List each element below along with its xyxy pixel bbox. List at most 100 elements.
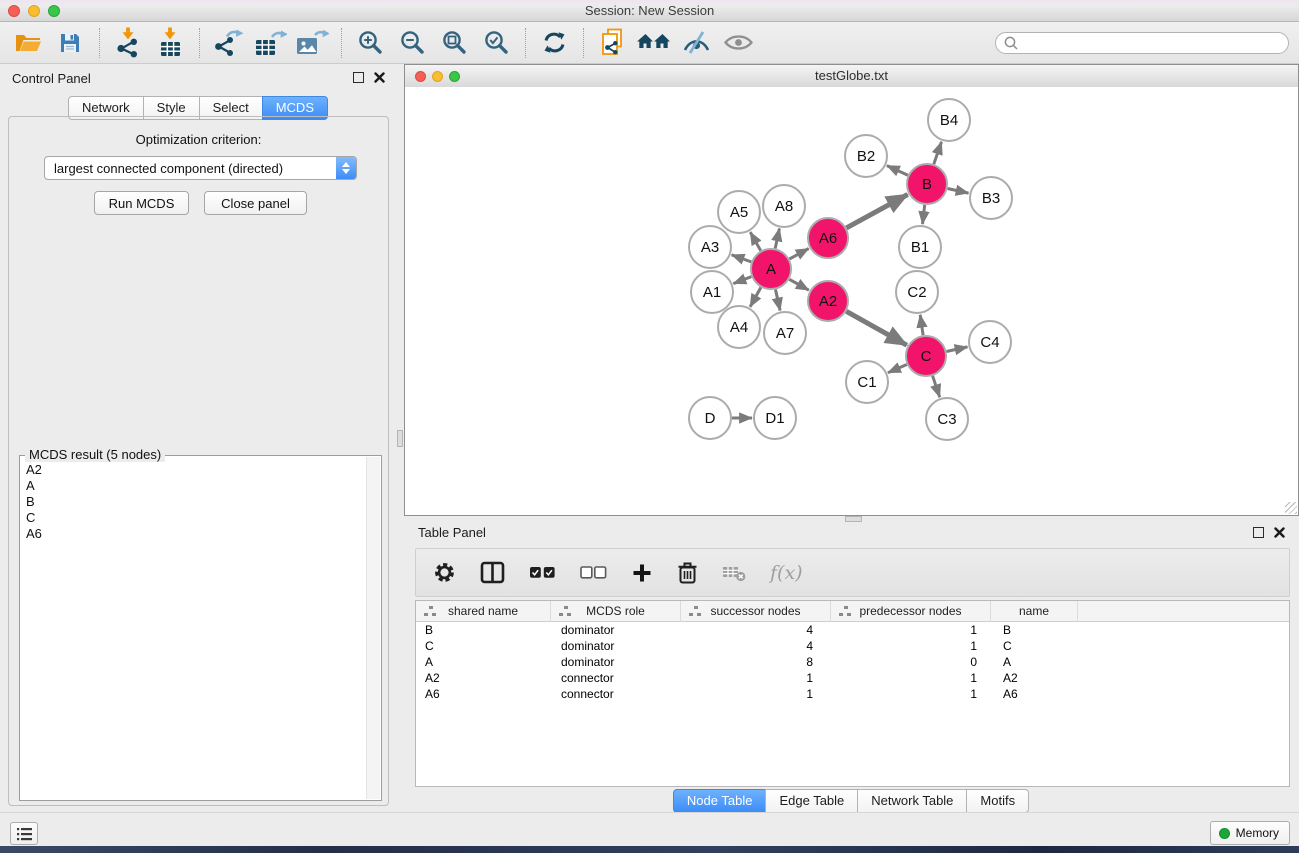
result-list-item[interactable]: C bbox=[21, 510, 367, 526]
table-row[interactable]: Adominator80A bbox=[416, 654, 1289, 670]
graph-edge-A-A1[interactable] bbox=[733, 277, 751, 284]
table-cell[interactable]: A6 bbox=[416, 686, 551, 702]
graph-edge-B-B3[interactable] bbox=[948, 189, 969, 194]
search-field[interactable] bbox=[995, 32, 1289, 54]
zoom-fit-icon[interactable] bbox=[436, 25, 472, 61]
hide-graphics-details-icon[interactable] bbox=[678, 25, 714, 61]
graph-edge-A-A7[interactable] bbox=[776, 290, 781, 311]
table-row[interactable]: Bdominator41B bbox=[416, 622, 1289, 638]
table-cell[interactable]: C bbox=[991, 638, 1078, 654]
table-cell[interactable]: dominator bbox=[551, 622, 681, 638]
tab-edge-table[interactable]: Edge Table bbox=[765, 789, 858, 813]
table-cell[interactable]: connector bbox=[551, 670, 681, 686]
column-header-successor-nodes[interactable]: successor nodes bbox=[681, 601, 831, 622]
tab-motifs[interactable]: Motifs bbox=[966, 789, 1029, 813]
result-list-item[interactable]: B bbox=[21, 494, 367, 510]
delete-table-icon[interactable] bbox=[722, 563, 746, 582]
table-cell[interactable]: A2 bbox=[991, 670, 1078, 686]
graph-edge-A6-B[interactable] bbox=[846, 195, 907, 228]
graph-edge-A-A5[interactable] bbox=[750, 232, 760, 251]
table-cell[interactable]: A bbox=[416, 654, 551, 670]
table-cell[interactable]: dominator bbox=[551, 638, 681, 654]
select-all-icon[interactable] bbox=[529, 566, 556, 579]
graph-edge-C-C2[interactable] bbox=[920, 315, 923, 335]
zoom-in-icon[interactable] bbox=[352, 25, 388, 61]
table-settings-gear-icon[interactable] bbox=[433, 561, 456, 584]
table-cell[interactable]: connector bbox=[551, 686, 681, 702]
import-network-icon[interactable] bbox=[110, 25, 146, 61]
table-cell[interactable]: 8 bbox=[681, 654, 831, 670]
graph-edge-C-C1[interactable] bbox=[888, 365, 907, 373]
vertical-split-divider[interactable] bbox=[397, 64, 404, 812]
new-network-from-selection-icon[interactable] bbox=[594, 25, 630, 61]
import-table-icon[interactable] bbox=[152, 25, 188, 61]
zoom-selected-icon[interactable] bbox=[478, 25, 514, 61]
table-row[interactable]: A2connector11A2 bbox=[416, 670, 1289, 686]
graph-edge-A-A4[interactable] bbox=[750, 287, 761, 307]
table-cell[interactable]: A6 bbox=[991, 686, 1078, 702]
table-cell[interactable]: dominator bbox=[551, 654, 681, 670]
function-builder-icon[interactable]: f(x) bbox=[770, 562, 803, 584]
zoom-out-icon[interactable] bbox=[394, 25, 430, 61]
horizontal-split-divider[interactable] bbox=[404, 516, 1299, 523]
graph-edge-B-B4[interactable] bbox=[934, 142, 942, 164]
criterion-select[interactable]: largest connected component (directed) bbox=[44, 156, 357, 180]
result-list-item[interactable]: A6 bbox=[21, 526, 367, 542]
column-header-predecessor-nodes[interactable]: predecessor nodes bbox=[831, 601, 991, 622]
export-image-icon[interactable] bbox=[294, 25, 330, 61]
search-input[interactable] bbox=[1024, 34, 1288, 52]
result-list-item[interactable]: A bbox=[21, 478, 367, 494]
graph-edge-A-A8[interactable] bbox=[775, 229, 779, 249]
table-cell[interactable]: 1 bbox=[831, 638, 991, 654]
result-scrollbar[interactable] bbox=[366, 457, 380, 799]
create-column-plus-icon[interactable] bbox=[631, 562, 653, 584]
first-neighbors-icon[interactable] bbox=[636, 25, 672, 61]
network-window-titlebar[interactable]: testGlobe.txt bbox=[405, 65, 1298, 88]
table-cell[interactable]: 1 bbox=[831, 622, 991, 638]
table-cell[interactable]: 0 bbox=[831, 654, 991, 670]
resize-grip-icon[interactable] bbox=[1285, 502, 1297, 514]
tab-node-table[interactable]: Node Table bbox=[673, 789, 767, 813]
export-network-icon[interactable] bbox=[210, 25, 246, 61]
node-table[interactable]: shared nameMCDS rolesuccessor nodesprede… bbox=[415, 600, 1290, 787]
task-history-button[interactable] bbox=[10, 822, 38, 845]
show-column-icon[interactable] bbox=[480, 561, 505, 584]
table-cell[interactable]: B bbox=[416, 622, 551, 638]
table-cell[interactable]: A bbox=[991, 654, 1078, 670]
tab-network-table[interactable]: Network Table bbox=[857, 789, 967, 813]
table-cell[interactable]: 4 bbox=[681, 622, 831, 638]
divider-grip[interactable] bbox=[845, 516, 862, 522]
table-row[interactable]: A6connector11A6 bbox=[416, 686, 1289, 702]
network-canvas[interactable]: AA1A2A3A4A5A6A7A8BB1B2B3B4CC1C2C3C4DD1 bbox=[405, 87, 1298, 515]
divider-grip[interactable] bbox=[397, 430, 403, 447]
refresh-icon[interactable] bbox=[536, 25, 572, 61]
open-session-icon[interactable] bbox=[10, 25, 46, 61]
show-graphics-details-icon[interactable] bbox=[720, 25, 756, 61]
table-cell[interactable]: 1 bbox=[681, 686, 831, 702]
graph-edge-A-A2[interactable] bbox=[789, 279, 809, 290]
graph-edge-A-A6[interactable] bbox=[789, 249, 808, 260]
table-cell[interactable]: 1 bbox=[681, 670, 831, 686]
deselect-all-icon[interactable] bbox=[580, 566, 607, 579]
float-panel-icon[interactable] bbox=[1253, 527, 1264, 538]
table-cell[interactable]: 1 bbox=[831, 686, 991, 702]
graph-edge-A-A3[interactable] bbox=[732, 255, 752, 262]
table-cell[interactable]: 1 bbox=[831, 670, 991, 686]
close-panel-icon[interactable] bbox=[374, 72, 385, 83]
table-cell[interactable]: C bbox=[416, 638, 551, 654]
graph-edge-A2-C[interactable] bbox=[846, 311, 907, 345]
graph-edge-C-C4[interactable] bbox=[947, 347, 968, 352]
result-list-item[interactable]: A2 bbox=[21, 462, 367, 478]
delete-column-trash-icon[interactable] bbox=[677, 561, 698, 585]
column-header-name[interactable]: name bbox=[991, 601, 1078, 622]
graph-edge-C-C3[interactable] bbox=[933, 376, 940, 397]
table-cell[interactable]: 4 bbox=[681, 638, 831, 654]
memory-button[interactable]: Memory bbox=[1210, 821, 1290, 845]
graph-edge-B-B1[interactable] bbox=[923, 205, 925, 224]
graph-edge-B-B2[interactable] bbox=[887, 166, 908, 176]
float-panel-icon[interactable] bbox=[353, 72, 364, 83]
save-session-icon[interactable] bbox=[52, 25, 88, 61]
column-header-mcds-role[interactable]: MCDS role bbox=[551, 601, 681, 622]
table-cell[interactable]: A2 bbox=[416, 670, 551, 686]
close-panel-icon[interactable] bbox=[1274, 527, 1285, 538]
